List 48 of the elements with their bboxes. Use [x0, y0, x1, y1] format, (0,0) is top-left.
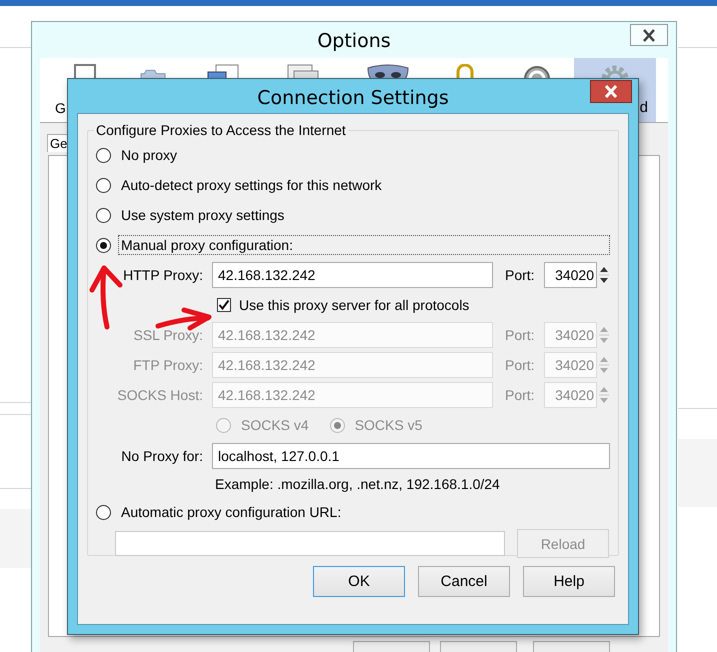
annotation-arrow [156, 308, 212, 330]
port-label: Port: [504, 387, 535, 403]
gear-icon [599, 64, 631, 78]
group-title: Configure Proxies to Access the Internet [95, 122, 347, 138]
port-label: Port: [504, 267, 535, 283]
checkbox-label: Use this proxy server for all protocols [239, 297, 470, 313]
close-button[interactable] [590, 80, 632, 103]
tab-label: G [55, 100, 66, 116]
dialog-button[interactable]: Cancel [418, 566, 510, 597]
radio-label: Auto-detect proxy settings for this network [120, 176, 383, 195]
radio-label: SOCKS v4 [240, 416, 310, 435]
proxy-field[interactable]: 42.168.132.242 [212, 262, 493, 288]
windows-icon [286, 64, 320, 78]
radio-button[interactable] [96, 148, 111, 162]
no-proxy-field[interactable]: localhost, 127.0.0.1 [212, 443, 610, 469]
dialog-title: Connection Settings [256, 87, 450, 109]
radio-label: No proxy [120, 146, 178, 165]
port-field[interactable]: 34020 [544, 262, 597, 288]
radio-label: SOCKS v5 [354, 416, 424, 435]
radio-label: Use system proxy settings [120, 206, 286, 225]
dialog-button[interactable]: OK [313, 566, 405, 597]
port-label: Port: [504, 357, 535, 373]
window-title: Options [316, 30, 392, 52]
field-label: No Proxy for: [120, 448, 203, 464]
sync-icon [522, 64, 552, 78]
panel-tab[interactable]: Ge [47, 134, 70, 152]
field-label: SOCKS Host: [116, 387, 203, 403]
url-field[interactable] [115, 531, 505, 556]
radio-label: Manual proxy configuration: [118, 235, 610, 255]
close-icon [642, 28, 656, 42]
radio-button[interactable] [96, 504, 111, 520]
field-label: HTTP Proxy: [122, 267, 203, 283]
radio-button[interactable] [96, 238, 111, 252]
dialog-button[interactable]: Help [523, 566, 615, 597]
annotation-arrow [90, 266, 122, 330]
field-label: SSL Proxy: [132, 327, 203, 343]
mask-icon [366, 64, 410, 78]
radio-button[interactable] [96, 178, 111, 192]
checkbox[interactable] [217, 298, 231, 312]
field-label: FTP Proxy: [132, 357, 203, 373]
hint-text: Example: .mozilla.org, .net.nz, 192.168.1.0/24 [215, 475, 501, 494]
radio-label: Automatic proxy configuration URL: [120, 503, 342, 522]
tab[interactable]: G [50, 58, 120, 122]
port-label: Port: [504, 327, 535, 343]
radio-button[interactable] [96, 208, 111, 222]
tab-label: d [640, 99, 648, 116]
close-button[interactable] [630, 24, 668, 46]
close-icon [604, 85, 618, 98]
